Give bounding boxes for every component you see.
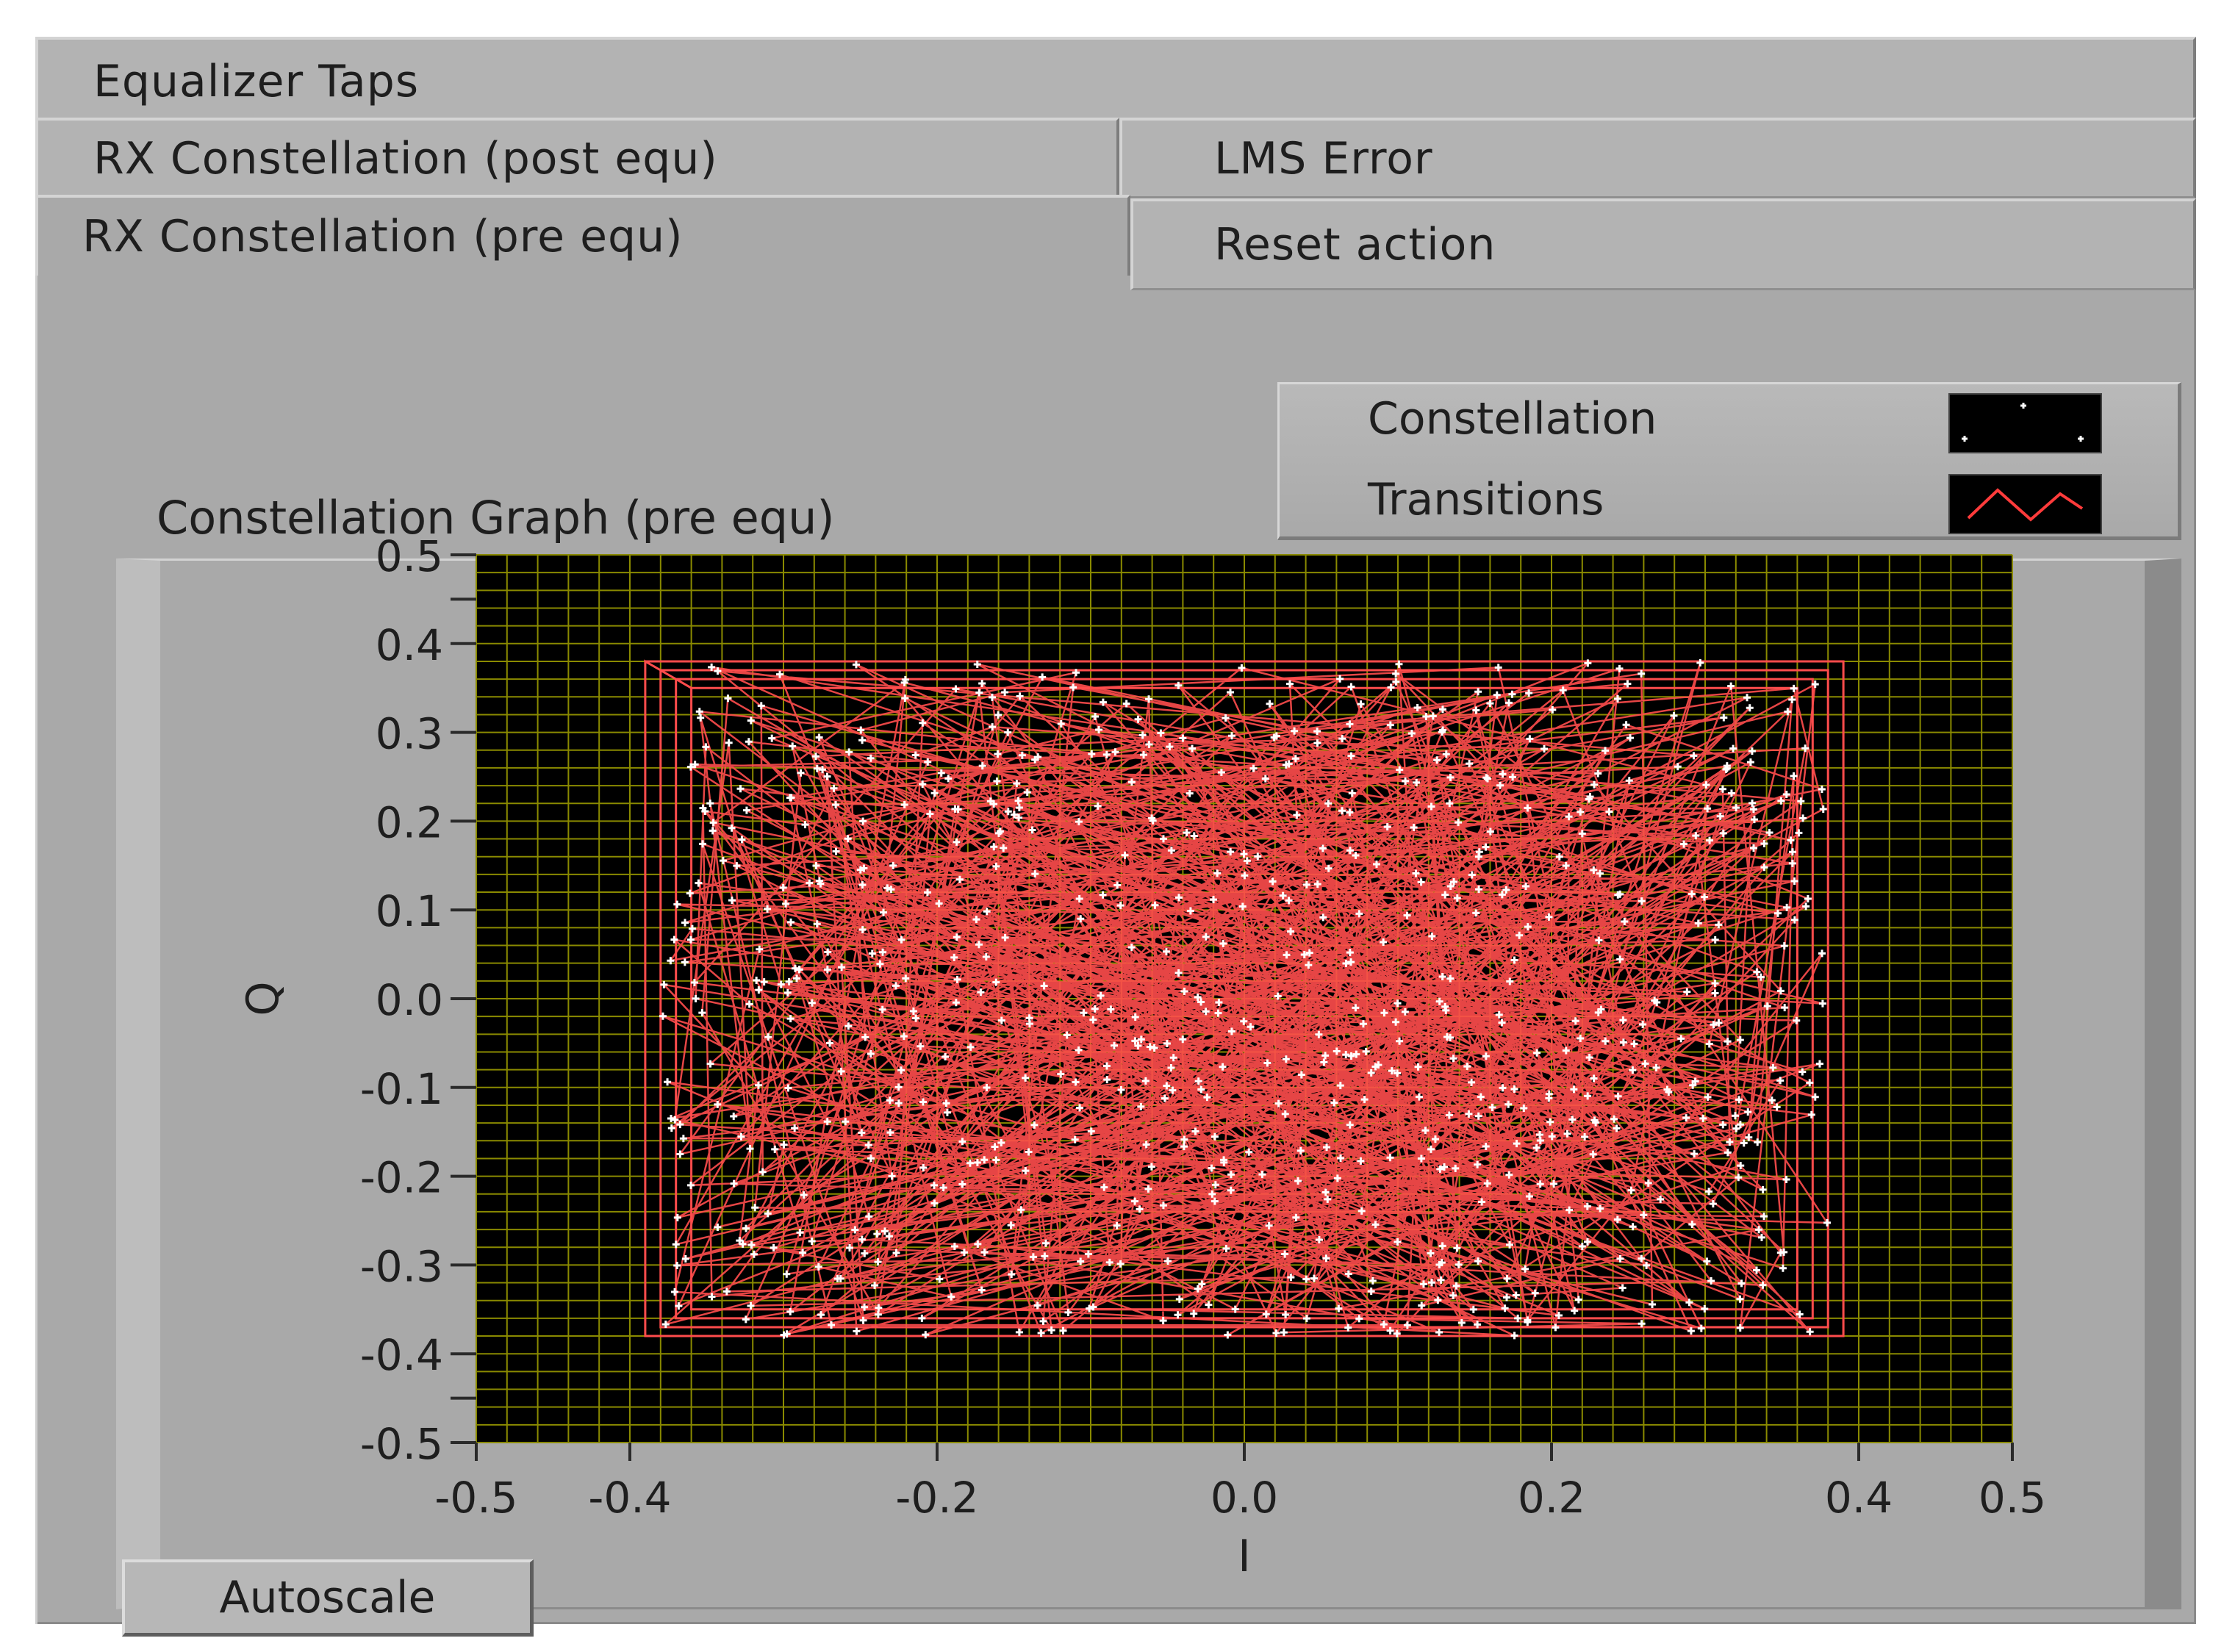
- x-tick-label: -0.5: [434, 1473, 517, 1523]
- constellation-graph[interactable]: 0.50.40.30.20.10.0-0.1-0.2-0.3-0.4-0.5-0…: [35, 37, 2196, 1624]
- autoscale-button-label: Autoscale: [219, 1572, 436, 1623]
- x-tick-label: 0.0: [1210, 1473, 1278, 1523]
- y-tick-label: -0.1: [360, 1064, 443, 1114]
- y-tick-label: 0.4: [376, 620, 443, 670]
- y-tick-label: 0.3: [376, 709, 443, 759]
- y-tick-label: 0.2: [376, 797, 443, 847]
- y-axis: [451, 553, 476, 1444]
- y-tick-label: -0.3: [360, 1241, 443, 1291]
- y-axis-label: Q: [237, 981, 289, 1016]
- y-tick-label: 0.0: [376, 975, 443, 1025]
- y-tick-label: -0.4: [360, 1330, 443, 1380]
- x-tick-label: -0.2: [895, 1473, 978, 1523]
- x-tick-label: 0.4: [1825, 1473, 1893, 1523]
- x-tick-label: -0.4: [588, 1473, 671, 1523]
- x-tick-label: 0.5: [1979, 1473, 2046, 1523]
- autoscale-button[interactable]: Autoscale: [122, 1559, 534, 1637]
- x-axis-label: I: [1238, 1531, 1251, 1582]
- y-tick-label: 0.1: [376, 886, 443, 936]
- y-tick-label: -0.5: [360, 1419, 443, 1469]
- tab-panel: Equalizer Taps RX Constellation (post eq…: [35, 37, 2196, 1637]
- x-tick-label: 0.2: [1518, 1473, 1585, 1523]
- y-tick-label: 0.5: [376, 531, 443, 581]
- y-tick-label: -0.2: [360, 1153, 443, 1203]
- x-axis: [475, 1443, 2014, 1461]
